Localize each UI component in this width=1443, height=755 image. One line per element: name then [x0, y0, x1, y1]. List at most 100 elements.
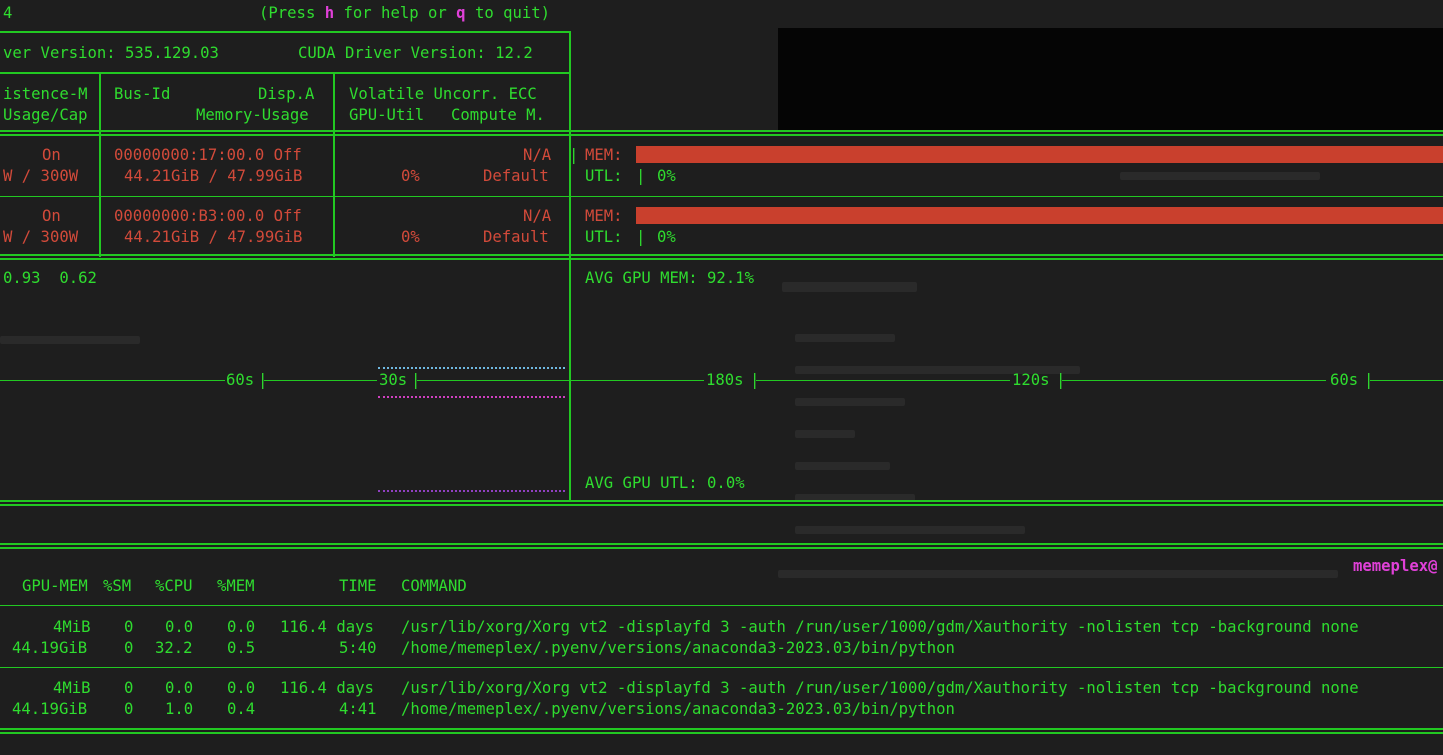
gpu-persistence: On: [42, 146, 61, 164]
utl-history-trace: [378, 490, 565, 492]
right-time-axis-seg: [756, 380, 1010, 381]
col-ecc-header: Volatile Uncorr. ECC: [349, 85, 537, 103]
left-time-axis-seg-2: [417, 380, 569, 381]
proc-time: 5:40: [339, 639, 377, 657]
gpu-util: 0%: [401, 228, 420, 246]
avg-gpu-utl: AVG GPU UTL: 0.0%: [585, 474, 745, 492]
process-top-border-b: [0, 547, 1443, 549]
proc-col-sm: %SM: [103, 577, 132, 595]
help-mid: for help or: [334, 4, 457, 22]
gpu-bus-id: 00000000:B3:00.0 Off: [114, 207, 302, 225]
mem-usage-bar: [636, 207, 1443, 224]
quit-key[interactable]: q: [456, 4, 465, 22]
proc-command: /usr/lib/xorg/Xorg vt2 -displayfd 3 -aut…: [401, 618, 1359, 636]
col-busid-header: Bus-Id: [114, 85, 171, 103]
proc-cpu: 32.2: [155, 639, 193, 657]
utl-bar-value: 0%: [657, 167, 676, 185]
proc-cpu: 0.0: [165, 618, 194, 636]
cuda-version: CUDA Driver Version: 12.2: [298, 44, 533, 62]
driver-row-border: [0, 72, 571, 74]
graph-divider: [569, 258, 571, 501]
host-label: memeplex@: [1353, 557, 1438, 575]
gpu-bus-id: 00000000:17:00.0 Off: [114, 146, 302, 164]
right-tick-60s: 60s: [1330, 371, 1359, 389]
process-bottom-border-a: [0, 728, 1443, 730]
gpu-memory-usage: 44.21GiB / 47.99GiB: [124, 167, 303, 185]
help-key[interactable]: h: [325, 4, 334, 22]
avg-gpu-mem: AVG GPU MEM: 92.1%: [585, 269, 754, 287]
right-tick-120s: 120s: [1012, 371, 1050, 389]
mem-usage-bar: [636, 146, 1443, 163]
gpu-row-divider: [0, 196, 1443, 197]
process-bottom-border-b: [0, 732, 1443, 734]
proc-col-gpumem: GPU-MEM: [22, 577, 88, 595]
col-memusage-header: Memory-Usage: [196, 106, 309, 124]
col-persistence-header: istence-M: [3, 85, 88, 103]
proc-command: /usr/lib/xorg/Xorg vt2 -displayfd 3 -aut…: [401, 679, 1359, 697]
process-top-border-a: [0, 543, 1443, 545]
utl-bar-edge: |: [636, 167, 646, 185]
gpu-compute-mode: Default: [483, 228, 549, 246]
proc-mem: 0.0: [227, 679, 256, 697]
mem-history-trace-2: [378, 396, 565, 398]
help-hint: (Press h for help or q to quit): [259, 3, 550, 23]
col-divider-1: [99, 72, 101, 257]
gpu-section-border-b: [0, 258, 1443, 260]
utl-bar-label: UTL:: [585, 167, 623, 185]
right-tick-180s: 180s: [706, 371, 744, 389]
proc-time: 116.4 days: [280, 679, 374, 697]
bar-divider: |: [569, 146, 579, 164]
proc-time: 116.4 days: [280, 618, 374, 636]
gpu-util: 0%: [401, 167, 420, 185]
proc-col-command: COMMAND: [401, 577, 467, 595]
header-row-border-b: [0, 134, 1443, 136]
proc-gpumem: 44.19GiB: [12, 700, 88, 718]
graph-border-b: [0, 504, 1443, 506]
left-time-axis-seg: [264, 380, 377, 381]
proc-col-time: TIME: [339, 577, 377, 595]
help-prefix: (Press: [259, 4, 325, 22]
proc-gpumem: 44.19GiB: [12, 639, 88, 657]
right-time-axis-seg-3: [1370, 380, 1443, 381]
proc-gpumem: 4MiB: [53, 679, 91, 697]
proc-mem: 0.4: [227, 700, 256, 718]
gpu-power: W / 300W: [3, 228, 79, 246]
gpu-ecc: N/A: [523, 146, 552, 164]
col-divider-2: [333, 72, 335, 257]
help-suffix: to quit): [465, 4, 551, 22]
header-row-border-a: [0, 130, 1443, 132]
proc-sm: 0: [124, 639, 134, 657]
process-gpu-divider: [0, 667, 1443, 668]
utl-bar-value: 0%: [657, 228, 676, 246]
proc-mem: 0.5: [227, 639, 256, 657]
col-gpuutil-header: GPU-Util: [349, 106, 425, 124]
mem-history-trace: [378, 367, 565, 369]
proc-time: 4:41: [339, 700, 377, 718]
proc-col-cpu: %CPU: [155, 577, 193, 595]
proc-gpumem: 4MiB: [53, 618, 91, 636]
table-top-border: [0, 31, 571, 33]
utl-bar-edge: |: [636, 228, 646, 246]
gpu-memory-usage: 44.21GiB / 47.99GiB: [124, 228, 303, 246]
proc-cpu: 0.0: [165, 679, 194, 697]
left-tick-60s: 60s: [226, 371, 255, 389]
col-dispa-header: Disp.A: [258, 85, 315, 103]
utl-bar-label: UTL:: [585, 228, 623, 246]
load-average: 0.93 0.62: [3, 269, 97, 287]
gpu-power: W / 300W: [3, 167, 79, 185]
proc-cpu: 1.0: [165, 700, 194, 718]
window-title-fragment: 4: [3, 4, 13, 22]
proc-sm: 0: [124, 618, 134, 636]
gpu-section-border-a: [0, 254, 1443, 256]
proc-sm: 0: [124, 679, 134, 697]
col-power-header: Usage/Cap: [3, 106, 88, 124]
right-time-axis: [571, 380, 704, 381]
mem-bar-label: MEM:: [585, 146, 623, 164]
left-time-axis: [0, 380, 225, 381]
background-dark-block: [778, 28, 1443, 132]
col-compute-header: Compute M.: [451, 106, 545, 124]
proc-command: /home/memeplex/.pyenv/versions/anaconda3…: [401, 700, 955, 718]
gpu-compute-mode: Default: [483, 167, 549, 185]
left-tick-30s: 30s: [379, 371, 408, 389]
driver-version: ver Version: 535.129.03: [3, 44, 219, 62]
